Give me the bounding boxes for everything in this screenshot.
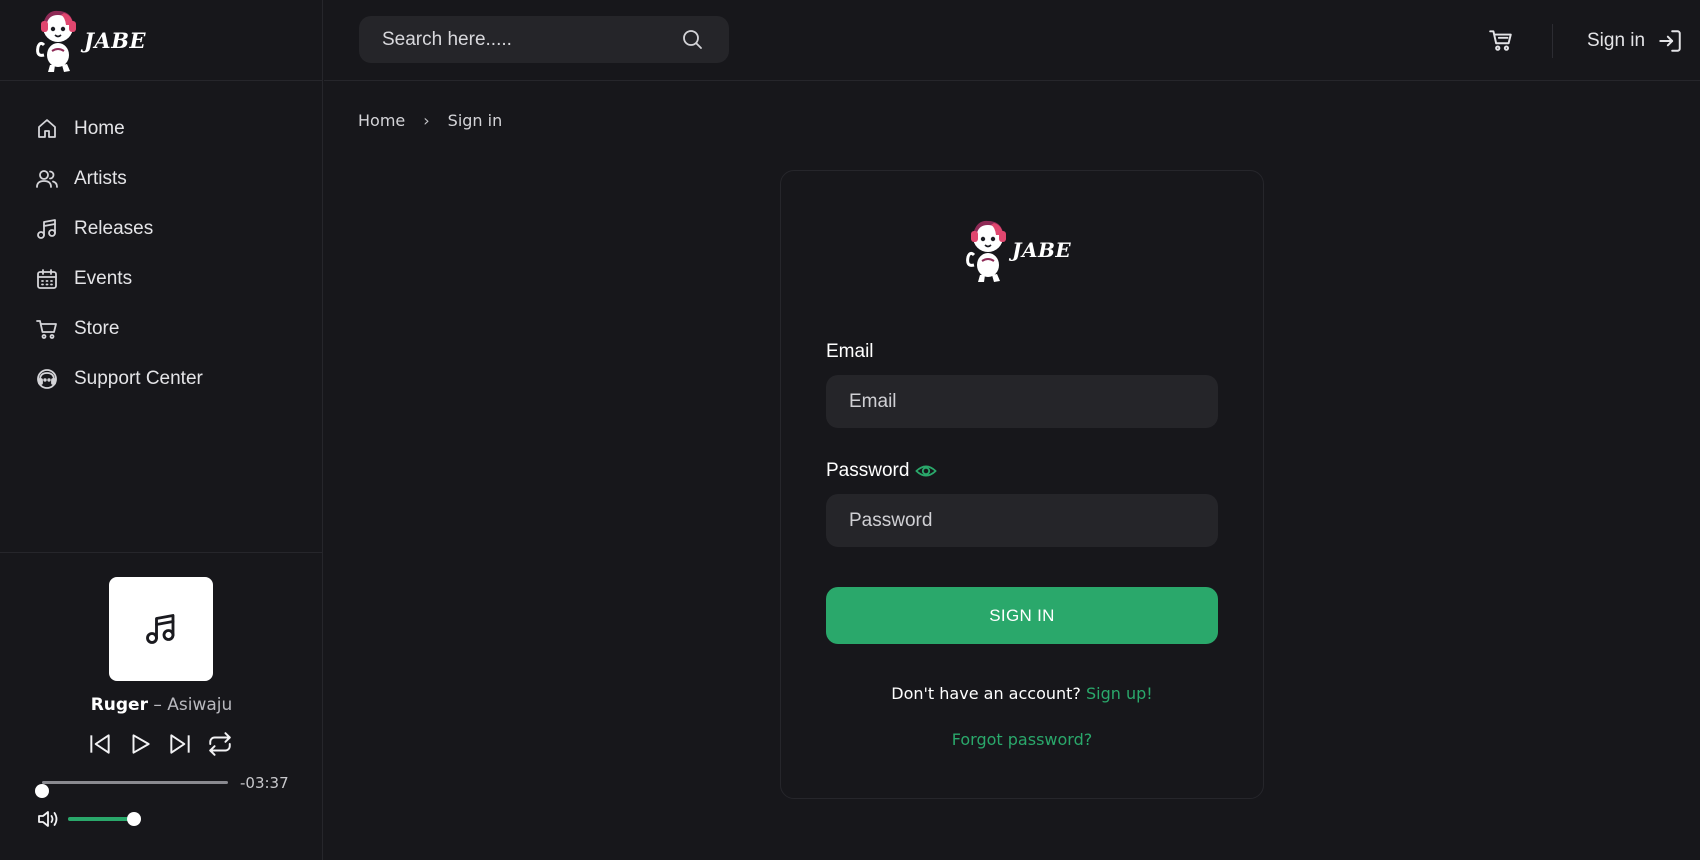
sidebar-item-home[interactable]: Home bbox=[0, 104, 323, 154]
header-divider bbox=[1552, 24, 1553, 58]
email-label: Email bbox=[826, 341, 874, 363]
users-icon bbox=[35, 167, 59, 191]
login-icon bbox=[1657, 28, 1683, 54]
sidebar-item-label: Home bbox=[74, 118, 125, 139]
sidebar-item-events[interactable]: Events bbox=[0, 254, 323, 304]
header-signin-link[interactable]: Sign in bbox=[1587, 27, 1683, 55]
calendar-icon bbox=[35, 267, 59, 291]
track-artist: Ruger bbox=[90, 695, 148, 715]
signup-link[interactable]: Sign up! bbox=[1086, 684, 1153, 703]
password-label: Password bbox=[826, 460, 937, 482]
music-note-icon bbox=[143, 611, 179, 647]
progress-handle[interactable] bbox=[35, 784, 49, 798]
search-box bbox=[359, 16, 729, 63]
password-label-text: Password bbox=[826, 460, 910, 481]
email-label-text: Email bbox=[826, 341, 874, 362]
album-cover bbox=[109, 577, 213, 681]
previous-icon[interactable] bbox=[87, 731, 113, 757]
volume-icon[interactable] bbox=[36, 807, 60, 831]
search-icon[interactable] bbox=[680, 27, 704, 51]
sidebar-item-label: Releases bbox=[74, 218, 154, 239]
sidebar-item-label: Support Center bbox=[74, 368, 203, 389]
astronaut-cat-mascot-icon bbox=[964, 217, 1010, 283]
sidebar-item-store[interactable]: Store bbox=[0, 304, 323, 354]
now-playing: Ruger – Asiwaju bbox=[0, 695, 323, 715]
signin-card: JABE Email Password SIGN IN Don't have a… bbox=[780, 170, 1264, 799]
next-icon[interactable] bbox=[167, 731, 193, 757]
signup-prompt-text: Don't have an account? bbox=[891, 684, 1081, 703]
password-field[interactable] bbox=[826, 494, 1218, 547]
cart-icon bbox=[35, 317, 59, 341]
breadcrumb-home[interactable]: Home bbox=[358, 111, 405, 130]
player-controls bbox=[87, 731, 233, 757]
track-separator: – bbox=[147, 695, 168, 715]
support-icon bbox=[35, 367, 59, 391]
volume-slider[interactable] bbox=[68, 812, 141, 826]
breadcrumb-separator: › bbox=[423, 111, 430, 130]
progress-track[interactable] bbox=[35, 781, 228, 798]
forgot-password-row: Forgot password? bbox=[781, 730, 1263, 749]
sidebar-item-support-center[interactable]: Support Center bbox=[0, 354, 323, 404]
card-brand-logo: JABE bbox=[964, 217, 1071, 283]
cart-icon[interactable] bbox=[1488, 27, 1514, 53]
repeat-icon[interactable] bbox=[207, 731, 233, 757]
signup-prompt: Don't have an account? Sign up! bbox=[781, 684, 1263, 703]
progress-bar[interactable]: -03:37 bbox=[35, 772, 296, 798]
time-remaining: -03:37 bbox=[240, 774, 289, 792]
signin-button[interactable]: SIGN IN bbox=[826, 587, 1218, 644]
search-input[interactable] bbox=[359, 16, 679, 63]
forgot-password-link[interactable]: Forgot password? bbox=[952, 730, 1092, 749]
header-signin-label: Sign in bbox=[1587, 30, 1646, 51]
home-icon bbox=[35, 117, 59, 141]
volume-control bbox=[36, 807, 156, 831]
eye-icon[interactable] bbox=[915, 460, 937, 482]
sidebar: JABE Home Artists Releases Events Store … bbox=[0, 0, 323, 860]
music-note-icon bbox=[35, 217, 59, 241]
email-field[interactable] bbox=[826, 375, 1218, 428]
sidebar-nav: Home Artists Releases Events Store Suppo… bbox=[0, 104, 323, 404]
music-player: Ruger – Asiwaju -03:37 bbox=[0, 553, 323, 860]
sidebar-item-label: Store bbox=[74, 318, 120, 339]
breadcrumb-current: Sign in bbox=[447, 111, 503, 130]
sidebar-divider bbox=[0, 80, 323, 81]
volume-fill bbox=[68, 817, 134, 821]
sidebar-item-releases[interactable]: Releases bbox=[0, 204, 323, 254]
brand-logo[interactable]: JABE bbox=[34, 5, 146, 75]
play-icon[interactable] bbox=[127, 731, 153, 757]
sidebar-item-label: Events bbox=[74, 268, 133, 289]
brand-name: JABE bbox=[1012, 238, 1072, 262]
breadcrumb: Home › Sign in bbox=[358, 111, 502, 130]
brand-name: JABE bbox=[84, 27, 146, 53]
sidebar-item-label: Artists bbox=[74, 168, 127, 189]
astronaut-cat-mascot-icon bbox=[34, 7, 80, 73]
sidebar-item-artists[interactable]: Artists bbox=[0, 154, 323, 204]
volume-handle[interactable] bbox=[126, 812, 141, 826]
track-title: Asiwaju bbox=[167, 695, 233, 715]
